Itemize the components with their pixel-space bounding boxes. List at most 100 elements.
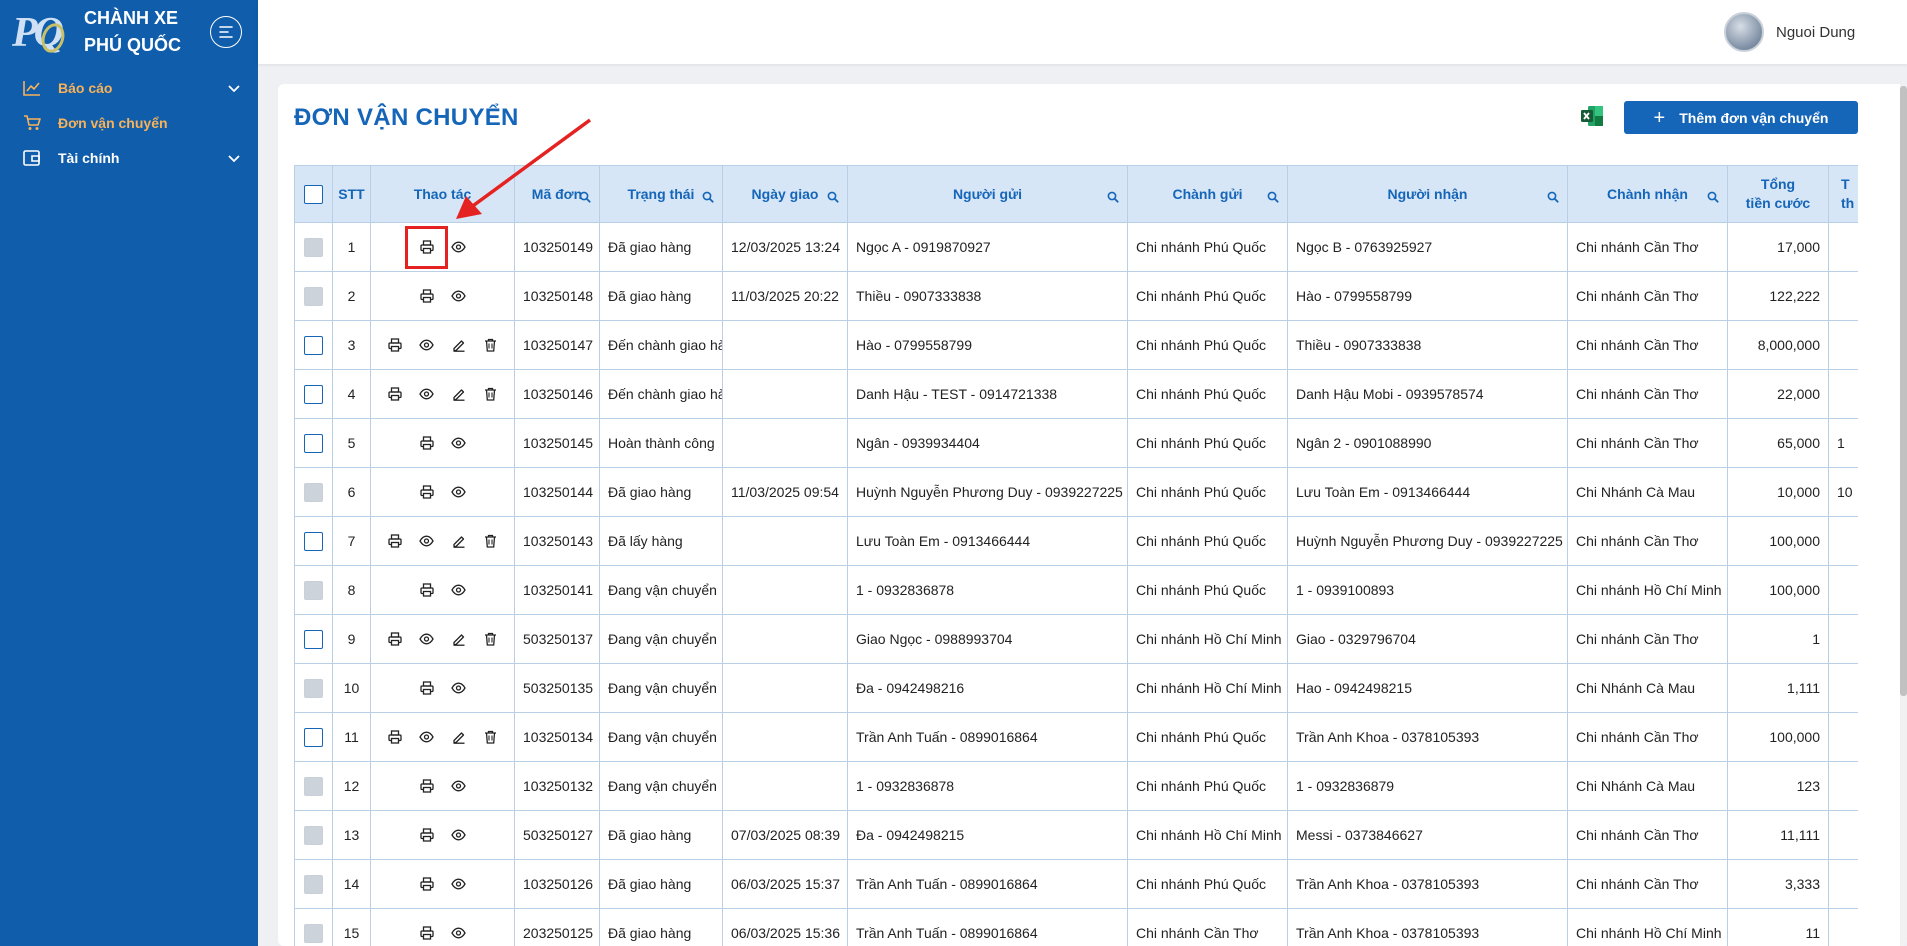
- table-row[interactable]: 5 103250145 Hoàn thành công Ngân - 09399344…: [294, 418, 1858, 468]
- table-row[interactable]: 11 103250134 Đang vận chuyển Trần Anh Tuấn …: [294, 712, 1858, 762]
- table-row[interactable]: 9 503250137 Đang vận chuyển Giao Ngọc - 098…: [294, 614, 1858, 664]
- cell-stt: 10: [332, 663, 371, 713]
- view-icon[interactable]: [449, 287, 468, 306]
- table-row[interactable]: 12 103250132 Đang vận chuyển 1 - 0932836878…: [294, 761, 1858, 811]
- print-icon[interactable]: [385, 385, 404, 404]
- cell-total: 122,222: [1727, 271, 1829, 321]
- delete-icon[interactable]: [481, 336, 500, 355]
- brand-logo[interactable]: PQ: [12, 7, 69, 57]
- print-icon[interactable]: [417, 679, 436, 698]
- edit-icon[interactable]: [449, 630, 468, 649]
- view-icon[interactable]: [417, 630, 436, 649]
- edit-icon[interactable]: [449, 532, 468, 551]
- print-icon[interactable]: [417, 875, 436, 894]
- print-icon[interactable]: [385, 728, 404, 747]
- print-icon[interactable]: [417, 924, 436, 943]
- table-row[interactable]: 13 503250127 Đã giao hàng 07/03/2025 08:39 Đ…: [294, 810, 1858, 860]
- search-icon[interactable]: [579, 189, 591, 208]
- brand: PQ CHÀNH XE PHÚ QUỐC: [0, 0, 258, 64]
- user-menu[interactable]: Nguoi Dung: [1724, 12, 1855, 52]
- table-row[interactable]: 3 103250147Đến chành giao hàng Hào - 07995…: [294, 320, 1858, 370]
- row-checkbox[interactable]: [304, 482, 323, 502]
- search-icon[interactable]: [1707, 189, 1719, 208]
- search-icon[interactable]: [702, 189, 714, 208]
- row-checkbox[interactable]: [304, 678, 323, 698]
- select-all-checkbox[interactable]: [304, 184, 323, 204]
- view-icon[interactable]: [449, 875, 468, 894]
- view-icon[interactable]: [449, 679, 468, 698]
- sidebar-item-reports[interactable]: Báo cáo: [0, 70, 258, 105]
- avatar[interactable]: [1724, 12, 1764, 52]
- cell-from-branch: Chi nhánh Phú Quốc: [1127, 467, 1288, 517]
- search-icon[interactable]: [1547, 189, 1559, 208]
- edit-icon[interactable]: [449, 336, 468, 355]
- row-checkbox[interactable]: [304, 286, 323, 306]
- excel-export-icon[interactable]: [1580, 104, 1604, 128]
- print-icon[interactable]: [385, 336, 404, 355]
- row-checkbox[interactable]: [304, 874, 323, 894]
- cell-code: 103250146: [514, 369, 600, 419]
- cell-actions: [370, 565, 515, 615]
- row-select-cell: [294, 663, 333, 713]
- row-checkbox[interactable]: [304, 433, 323, 453]
- row-checkbox[interactable]: [304, 776, 323, 796]
- search-icon[interactable]: [1107, 189, 1119, 208]
- row-checkbox[interactable]: [304, 531, 323, 551]
- row-checkbox[interactable]: [304, 629, 323, 649]
- edit-icon[interactable]: [449, 385, 468, 404]
- print-icon[interactable]: [417, 287, 436, 306]
- print-icon[interactable]: [417, 581, 436, 600]
- table-row[interactable]: 6 103250144 Đã giao hàng 11/03/2025 09:54 Hu…: [294, 467, 1858, 517]
- view-icon[interactable]: [417, 532, 436, 551]
- table-row[interactable]: 10 503250135 Đang vận chuyển Đa - 094249821…: [294, 663, 1858, 713]
- view-icon[interactable]: [449, 581, 468, 600]
- row-checkbox[interactable]: [304, 727, 323, 747]
- print-icon[interactable]: [417, 483, 436, 502]
- view-icon[interactable]: [417, 336, 436, 355]
- cell-stt: 3: [332, 320, 371, 370]
- table-row[interactable]: 1 103250149 Đã giao hàng 12/03/2025 13:24 Ng…: [294, 222, 1858, 272]
- row-checkbox[interactable]: [304, 335, 323, 355]
- add-shipment-button[interactable]: + Thêm đơn vận chuyển: [1624, 101, 1858, 134]
- sidebar-toggle-button[interactable]: [210, 16, 242, 48]
- print-icon[interactable]: [417, 777, 436, 796]
- row-checkbox[interactable]: [304, 923, 323, 943]
- cell-date: 06/03/2025 15:37: [722, 859, 848, 909]
- print-icon[interactable]: [385, 630, 404, 649]
- view-icon[interactable]: [449, 777, 468, 796]
- view-icon[interactable]: [449, 238, 468, 257]
- sidebar-item-shipments[interactable]: Đơn vận chuyển: [0, 105, 258, 140]
- vertical-scrollbar[interactable]: [1900, 84, 1907, 946]
- view-icon[interactable]: [417, 385, 436, 404]
- table-row[interactable]: 14 103250126 Đã giao hàng 06/03/2025 15:37 T…: [294, 859, 1858, 909]
- table-row[interactable]: 7 103250143 Đã lấy hàng Lưu Toàn Em - 09134…: [294, 516, 1858, 566]
- row-checkbox[interactable]: [304, 825, 323, 845]
- shipments-table-container[interactable]: STT Thao tác Mã đơn Trạng thái Ngày giao…: [294, 165, 1858, 946]
- print-icon[interactable]: [417, 826, 436, 845]
- table-row[interactable]: 8 103250141 Đang vận chuyển 1 - 0932836878 C…: [294, 565, 1858, 615]
- print-icon[interactable]: [385, 532, 404, 551]
- view-icon[interactable]: [449, 483, 468, 502]
- view-icon[interactable]: [417, 728, 436, 747]
- scrollbar-thumb[interactable]: [1900, 86, 1907, 696]
- table-row[interactable]: 2 103250148 Đã giao hàng 11/03/2025 20:22 Th…: [294, 271, 1858, 321]
- delete-icon[interactable]: [481, 532, 500, 551]
- edit-icon[interactable]: [449, 728, 468, 747]
- view-icon[interactable]: [449, 924, 468, 943]
- view-icon[interactable]: [449, 434, 468, 453]
- search-icon[interactable]: [827, 189, 839, 208]
- search-icon[interactable]: [1267, 189, 1279, 208]
- delete-icon[interactable]: [481, 630, 500, 649]
- print-icon[interactable]: [405, 225, 448, 269]
- print-icon[interactable]: [417, 434, 436, 453]
- sidebar-item-finance[interactable]: Tài chính: [0, 140, 258, 175]
- table-row[interactable]: 15 203250125 Đã giao hàng 06/03/2025 15:36 T…: [294, 908, 1858, 946]
- table-row[interactable]: 4 103250146Đến chành giao hàng Danh Hậu - …: [294, 369, 1858, 419]
- cell-receiver: Giao - 0329796704: [1287, 614, 1568, 664]
- row-checkbox[interactable]: [304, 384, 323, 404]
- row-checkbox[interactable]: [304, 237, 323, 257]
- view-icon[interactable]: [449, 826, 468, 845]
- row-checkbox[interactable]: [304, 580, 323, 600]
- delete-icon[interactable]: [481, 728, 500, 747]
- delete-icon[interactable]: [481, 385, 500, 404]
